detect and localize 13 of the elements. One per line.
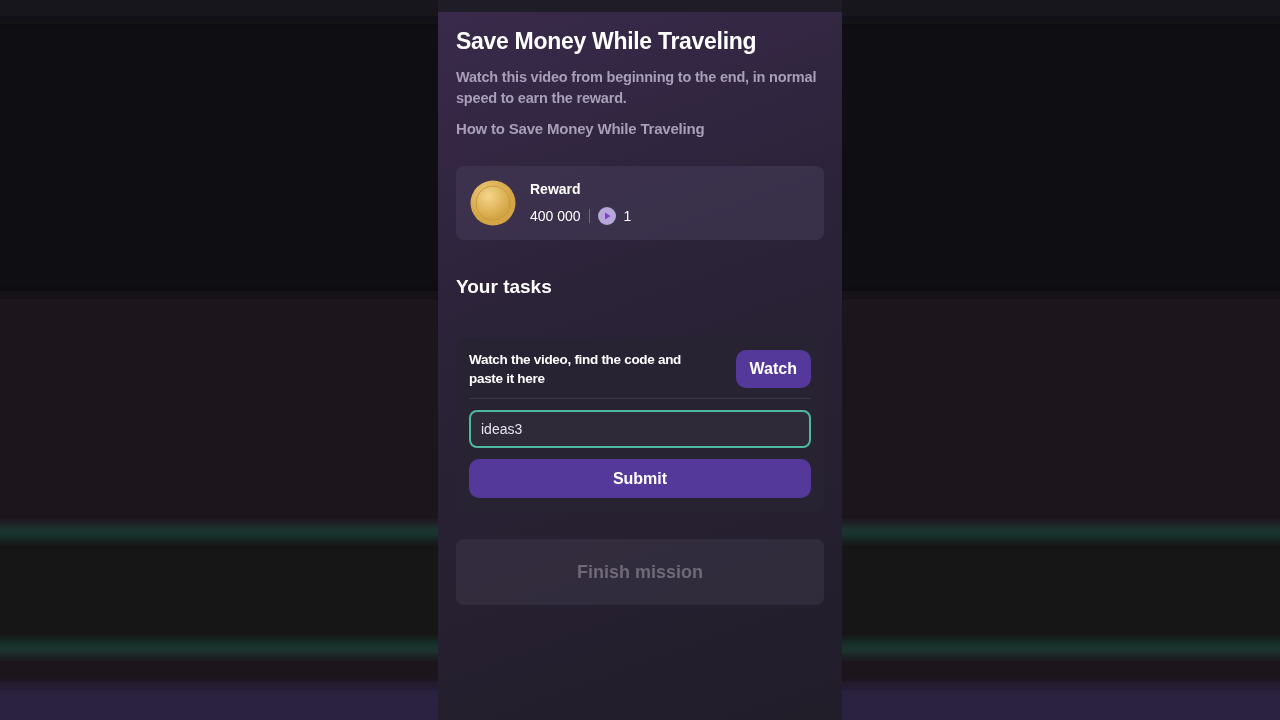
coin-icon xyxy=(470,180,516,226)
watch-button[interactable]: Watch xyxy=(735,350,811,388)
reward-count: 1 xyxy=(623,208,632,224)
submit-button[interactable]: Submit xyxy=(469,459,811,498)
mission-description: Watch this video from beginning to the end, in normal speed to earn the reward. xyxy=(456,68,818,108)
reward-label: Reward xyxy=(530,181,582,197)
mission-title: Save Money While Traveling xyxy=(456,28,758,55)
play-icon xyxy=(597,207,616,225)
reward-amount: 400 000 xyxy=(530,208,581,224)
code-input-field[interactable]: ideas3 xyxy=(469,410,811,448)
tasks-heading: Your tasks xyxy=(456,276,553,298)
task-instruction: Watch the video, find the code and paste it here xyxy=(469,351,683,388)
video-title: How to Save Money While Traveling xyxy=(456,120,706,137)
